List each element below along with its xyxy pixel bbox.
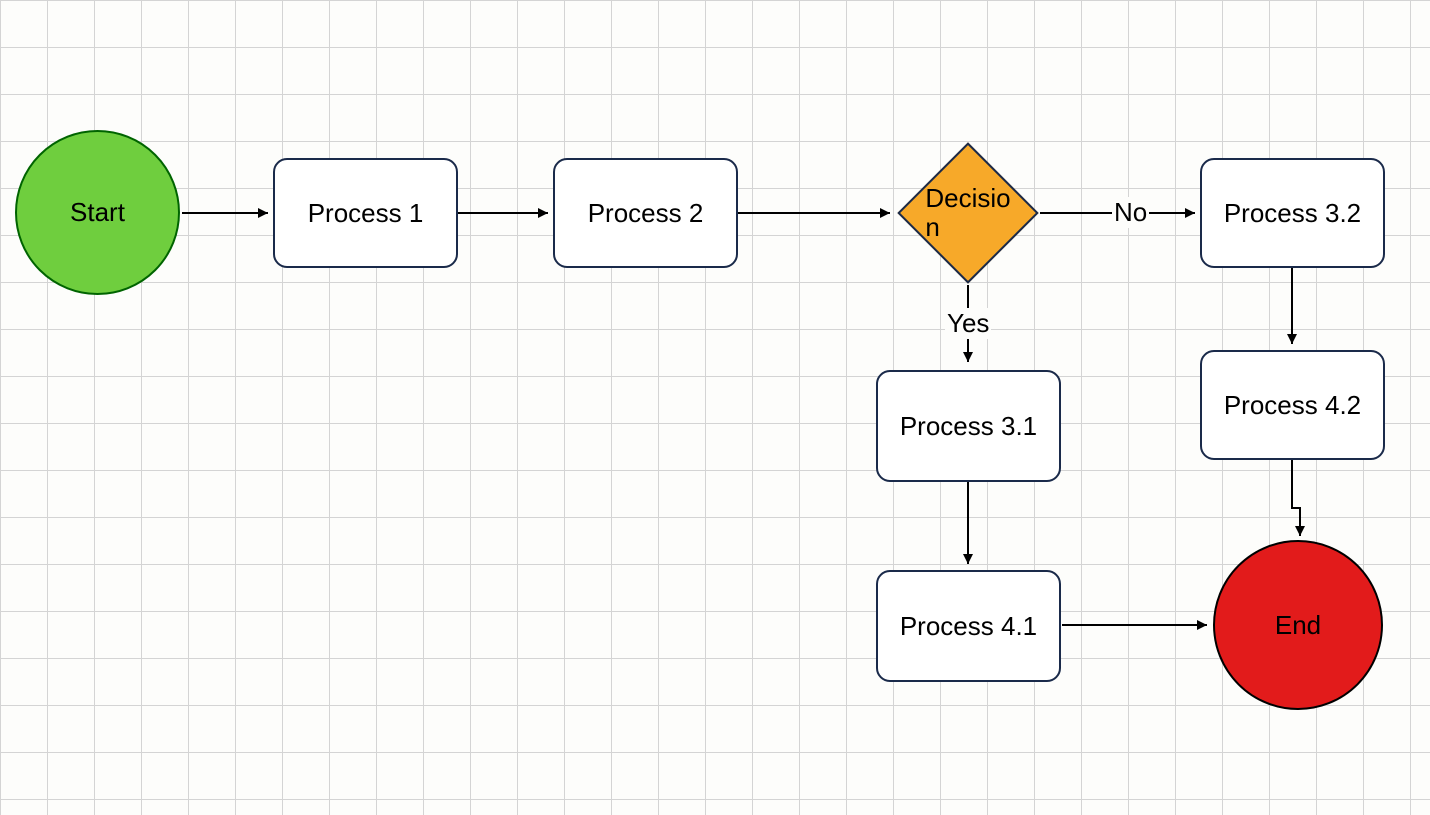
decision-node[interactable]: Decisio n	[898, 143, 1038, 283]
decision-label: Decisio n	[898, 143, 1038, 283]
process-4-2-node[interactable]: Process 4.2	[1200, 350, 1385, 460]
edge-p42-end	[1292, 460, 1300, 536]
process-1-node[interactable]: Process 1	[273, 158, 458, 268]
process-4-1-label: Process 4.1	[900, 611, 1037, 642]
process-1-label: Process 1	[308, 198, 424, 229]
process-2-label: Process 2	[588, 198, 704, 229]
process-3-1-label: Process 3.1	[900, 411, 1037, 442]
edge-label-no: No	[1112, 197, 1149, 228]
process-4-1-node[interactable]: Process 4.1	[876, 570, 1061, 682]
edge-label-yes: Yes	[945, 308, 991, 339]
end-label: End	[1275, 610, 1321, 641]
process-4-2-label: Process 4.2	[1224, 390, 1361, 421]
start-label: Start	[70, 197, 125, 228]
start-node[interactable]: Start	[15, 130, 180, 295]
process-3-2-node[interactable]: Process 3.2	[1200, 158, 1385, 268]
process-2-node[interactable]: Process 2	[553, 158, 738, 268]
end-node[interactable]: End	[1213, 540, 1383, 710]
process-3-1-node[interactable]: Process 3.1	[876, 370, 1061, 482]
process-3-2-label: Process 3.2	[1224, 198, 1361, 229]
